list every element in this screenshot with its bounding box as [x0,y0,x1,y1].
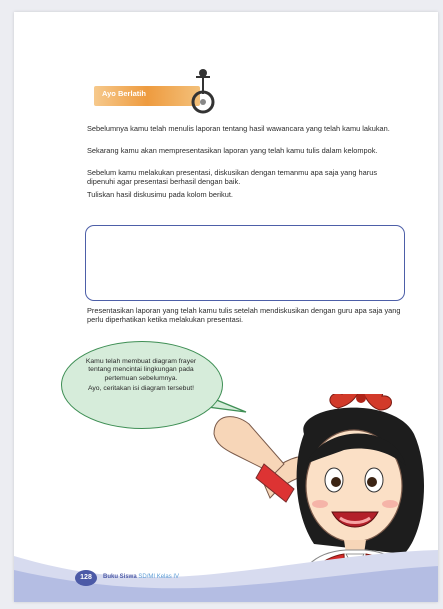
book-page: Ayo Berlatih Sebelumnya kamu telah menul… [14,12,438,602]
unicycle-icon [191,69,215,114]
footer-caption: Buku Siswa SD/MI Kelas IV [103,574,179,580]
paragraph-4: Tuliskan hasil diskusimu pada kolom beri… [87,190,233,199]
page-number-badge: 128 [75,570,97,586]
instruction-paragraph: Presentasikan laporan yang telah kamu tu… [87,306,401,325]
bubble-line-1: Kamu telah membuat diagram frayer tentan… [85,358,197,382]
answer-box[interactable] [85,225,405,301]
footer-level: SD/MI Kelas IV [138,574,180,580]
speech-bubble-text: Kamu telah membuat diagram frayer tentan… [75,358,207,395]
paragraph-1: Sebelumnya kamu telah menulis laporan te… [87,124,390,133]
section-banner: Ayo Berlatih [78,64,216,114]
bubble-line-2: Ayo, ceritakan isi diagram tersebut! [87,384,195,392]
footer-book-title: Buku Siswa [103,574,137,580]
banner-label: Ayo Berlatih [102,89,146,98]
paragraph-2: Sekarang kamu akan mempresentasikan lapo… [87,146,378,155]
paragraph-3: Sebelum kamu melakukan presentasi, disku… [87,168,378,187]
